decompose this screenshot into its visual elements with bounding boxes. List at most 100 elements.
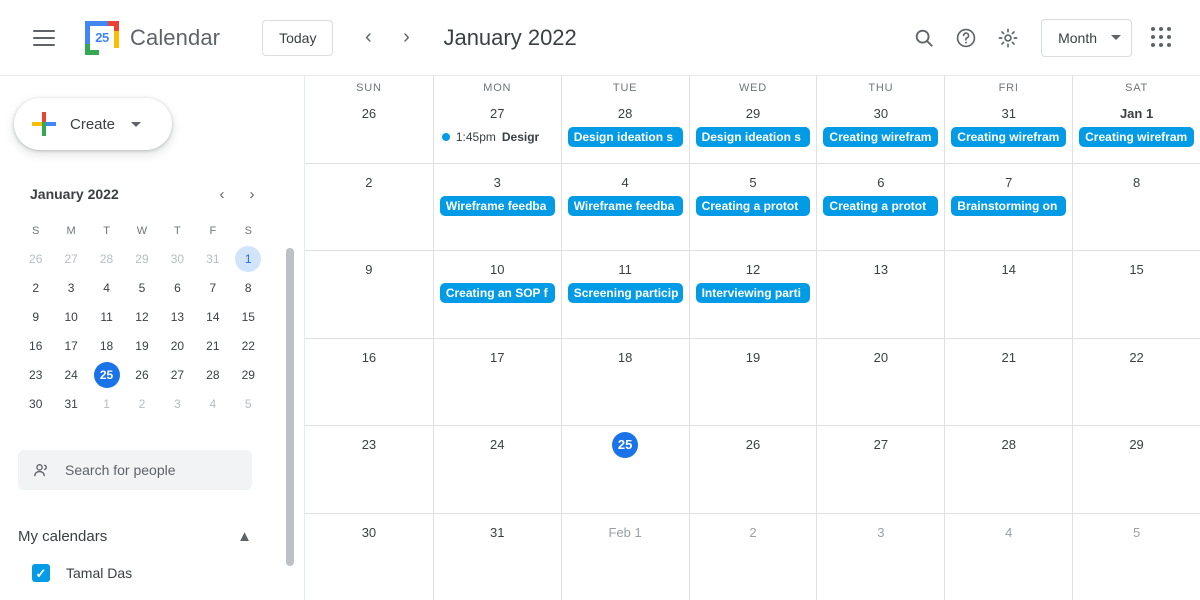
calendar-day-cell[interactable]: 18 xyxy=(560,338,689,425)
calendar-day-number[interactable]: 16 xyxy=(305,345,433,371)
search-icon[interactable] xyxy=(903,17,945,59)
mini-calendar-day[interactable]: 2 xyxy=(18,274,53,302)
calendar-day-number[interactable]: 22 xyxy=(1073,345,1200,371)
calendar-day-cell[interactable]: 30 xyxy=(305,514,433,600)
calendar-event-chip[interactable]: Creating wirefram xyxy=(1079,127,1194,147)
calendar-day-number[interactable]: 5 xyxy=(1073,520,1200,546)
help-icon[interactable] xyxy=(945,17,987,59)
today-button[interactable]: Today xyxy=(262,19,334,56)
mini-calendar-day[interactable]: 28 xyxy=(195,361,230,389)
calendar-day-cell[interactable]: 23 xyxy=(305,426,433,513)
calendar-day-number[interactable]: 4 xyxy=(562,170,689,196)
calendar-day-cell[interactable]: SAT Jan 1 Creating wirefram xyxy=(1072,76,1200,163)
mini-calendar-day[interactable]: 6 xyxy=(160,274,195,302)
calendar-day-cell[interactable]: SUN 26 xyxy=(305,76,433,163)
calendar-day-number[interactable]: 24 xyxy=(434,432,561,458)
calendar-day-cell[interactable]: 19 xyxy=(688,338,817,425)
calendar-day-number[interactable]: 29 xyxy=(1073,432,1200,458)
calendar-event-chip[interactable]: 1:45pm Desigr xyxy=(440,127,555,147)
calendar-day-number[interactable]: 4 xyxy=(945,520,1072,546)
calendar-day-cell[interactable]: 24 xyxy=(432,426,561,513)
calendar-day-number[interactable]: 27 xyxy=(434,101,561,127)
mini-calendar-next-icon[interactable]: › xyxy=(238,180,266,208)
calendar-day-number[interactable]: 23 xyxy=(305,432,433,458)
calendar-event-chip[interactable]: Creating a protot xyxy=(695,195,811,216)
calendar-day-number[interactable]: 11 xyxy=(562,257,689,283)
mini-calendar-day[interactable]: 29 xyxy=(124,245,159,273)
calendar-day-cell[interactable]: 4 xyxy=(944,513,1072,600)
mini-calendar-day[interactable]: 29 xyxy=(231,361,266,389)
apps-grid-icon[interactable] xyxy=(1142,18,1182,58)
mini-calendar-day[interactable]: 25 xyxy=(89,361,124,389)
sidebar-scrollbar[interactable] xyxy=(286,248,294,566)
previous-period-icon[interactable]: ‹ xyxy=(349,19,387,57)
calendar-day-number[interactable]: 19 xyxy=(690,345,817,371)
calendar-day-number[interactable]: 3 xyxy=(817,520,944,546)
search-for-people-input[interactable]: Search for people xyxy=(18,450,252,490)
mini-calendar-day[interactable]: 3 xyxy=(160,390,195,418)
mini-calendar-day[interactable]: 2 xyxy=(124,390,159,418)
calendar-day-cell[interactable]: 13 xyxy=(816,251,944,338)
calendar-day-cell[interactable]: 5 Creating a protot xyxy=(688,163,817,250)
calendar-day-number[interactable]: 3 xyxy=(434,170,561,196)
calendar-day-number[interactable]: 30 xyxy=(305,520,433,546)
calendar-day-cell[interactable]: 15 xyxy=(1072,251,1200,338)
mini-calendar-day[interactable]: 4 xyxy=(89,274,124,302)
mini-calendar-day[interactable]: 18 xyxy=(89,332,124,360)
mini-calendar-day[interactable]: 26 xyxy=(18,245,53,273)
mini-calendar-day[interactable]: 11 xyxy=(89,303,124,331)
chevron-up-icon[interactable]: ▲ xyxy=(237,528,252,545)
calendar-day-cell[interactable]: 7 Brainstorming on xyxy=(944,163,1072,250)
calendar-day-number[interactable]: 13 xyxy=(817,257,944,283)
calendar-day-number[interactable]: 5 xyxy=(690,170,817,196)
mini-calendar-day[interactable]: 7 xyxy=(195,274,230,302)
calendar-day-number[interactable]: 26 xyxy=(690,432,817,458)
mini-calendar-day[interactable]: 30 xyxy=(18,390,53,418)
calendar-day-cell[interactable]: MON 27 1:45pm Desigr xyxy=(432,76,561,163)
mini-calendar-day[interactable]: 1 xyxy=(231,245,266,273)
mini-calendar-day[interactable]: 27 xyxy=(53,245,88,273)
mini-calendar-day[interactable]: 30 xyxy=(160,245,195,273)
calendar-day-cell[interactable]: 31 xyxy=(432,513,561,600)
hamburger-icon[interactable] xyxy=(24,18,64,58)
calendar-day-number[interactable]: Jan 1 xyxy=(1073,101,1200,127)
mini-calendar-day[interactable]: 20 xyxy=(160,332,195,360)
calendar-day-cell[interactable]: 27 xyxy=(816,426,944,513)
calendar-day-number[interactable]: 28 xyxy=(945,432,1072,458)
calendar-event-chip[interactable]: Creating wirefram xyxy=(823,127,939,147)
calendar-day-number[interactable]: 2 xyxy=(305,170,433,196)
calendar-day-cell[interactable]: 14 xyxy=(944,251,1072,338)
calendar-day-cell[interactable]: 2 xyxy=(305,164,433,251)
mini-calendar-day[interactable]: 1 xyxy=(89,390,124,418)
calendar-day-number[interactable]: 28 xyxy=(562,101,689,127)
calendar-event-chip[interactable]: Design ideation s xyxy=(567,127,683,147)
calendar-day-number[interactable]: 10 xyxy=(434,257,561,283)
calendar-day-cell[interactable]: 6 Creating a protot xyxy=(816,163,944,250)
mini-calendar-day[interactable]: 21 xyxy=(195,332,230,360)
mini-calendar-day[interactable]: 9 xyxy=(18,303,53,331)
calendar-day-number[interactable]: 20 xyxy=(817,345,944,371)
calendar-day-cell[interactable]: 28 xyxy=(944,426,1072,513)
calendar-day-cell[interactable]: 2 xyxy=(688,513,817,600)
calendar-event-chip[interactable]: Design ideation s xyxy=(695,127,811,147)
calendar-day-number[interactable]: 2 xyxy=(690,520,817,546)
next-period-icon[interactable]: › xyxy=(387,19,425,57)
calendar-day-number[interactable]: 7 xyxy=(945,170,1072,196)
calendar-day-number[interactable]: 15 xyxy=(1073,257,1200,283)
calendar-day-cell[interactable]: 12 Interviewing parti xyxy=(688,251,817,338)
mini-calendar-day[interactable]: 16 xyxy=(18,332,53,360)
calendar-day-cell[interactable]: 4 Wireframe feedba xyxy=(560,163,689,250)
calendar-day-number[interactable]: 14 xyxy=(945,257,1072,283)
calendar-day-number[interactable]: 8 xyxy=(1073,170,1200,196)
calendar-day-number[interactable]: 18 xyxy=(562,345,689,371)
mini-calendar-day[interactable]: 13 xyxy=(160,303,195,331)
calendar-event-chip[interactable]: Wireframe feedba xyxy=(439,195,555,216)
calendar-day-number[interactable]: 29 xyxy=(690,101,817,127)
calendar-day-cell[interactable]: 10 Creating an SOP f xyxy=(432,251,561,338)
calendar-day-number[interactable]: 21 xyxy=(945,345,1072,371)
calendar-day-cell[interactable]: FRI 31 Creating wirefram xyxy=(944,76,1072,163)
calendar-day-cell[interactable]: 29 xyxy=(1072,426,1200,513)
calendar-day-cell[interactable]: 17 xyxy=(432,338,561,425)
mini-calendar-day[interactable]: 31 xyxy=(53,390,88,418)
mini-calendar-day[interactable]: 12 xyxy=(124,303,159,331)
